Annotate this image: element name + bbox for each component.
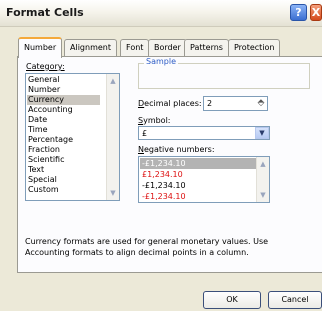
close-button[interactable]: X	[310, 4, 322, 21]
category-item-selected[interactable]: Currency	[27, 95, 100, 105]
tab-border[interactable]: Border	[148, 39, 187, 56]
tab-number[interactable]: Number	[18, 37, 63, 58]
tab-protection[interactable]: Protection	[228, 39, 281, 56]
category-item[interactable]: Number	[28, 85, 60, 95]
tab-alignment[interactable]: Alignment	[64, 39, 117, 56]
tab-patterns[interactable]: Patterns	[184, 39, 229, 56]
symbol-dropdown-arrow-icon[interactable]: ▼	[255, 127, 269, 139]
negative-number-option-selected[interactable]: -£1,234.10	[140, 158, 256, 169]
symbol-select[interactable]: £	[138, 126, 270, 140]
category-item[interactable]: Scientific	[28, 155, 65, 165]
help-button[interactable]: ?	[290, 4, 307, 21]
ok-button[interactable]: OK	[203, 291, 261, 309]
negative-numbers-scrollbar[interactable]: ▲ ▼	[256, 157, 269, 202]
tab-strip: Number Alignment Font Border Patterns Pr…	[18, 37, 318, 58]
category-item[interactable]: Percentage	[28, 135, 73, 145]
decimal-places-label: Decimal places:	[138, 99, 202, 108]
category-item[interactable]: Custom	[28, 185, 59, 195]
category-scrollbar[interactable]: ▲ ▼	[106, 74, 119, 200]
negative-numbers-label: Negative numbers:	[138, 145, 215, 154]
scroll-up-arrow-icon[interactable]: ▲	[108, 76, 118, 86]
decimal-spinner-icon[interactable]: ⬘	[254, 97, 268, 110]
category-item[interactable]: Accounting	[28, 105, 73, 115]
format-description: Currency formats are used for general mo…	[25, 237, 269, 257]
category-listbox[interactable]: General Number Currency Accounting Date …	[25, 73, 120, 201]
category-label: Category:	[26, 62, 65, 71]
category-item[interactable]: Fraction	[28, 145, 60, 155]
negative-number-option[interactable]: -£1,234.10	[142, 191, 186, 202]
title-bar: Format Cells ? X	[0, 0, 322, 27]
scroll-down-arrow-icon[interactable]: ▼	[258, 190, 268, 200]
sample-box	[138, 63, 310, 89]
category-item[interactable]: Time	[28, 125, 48, 135]
category-item[interactable]: Date	[28, 115, 47, 125]
tab-font[interactable]: Font	[120, 39, 150, 56]
dialog-title: Format Cells	[6, 6, 84, 19]
negative-number-option[interactable]: £1,234.10	[142, 169, 183, 180]
format-cells-dialog: Format Cells ? X Number Alignment Font B…	[0, 0, 322, 311]
negative-number-option[interactable]: -£1,234.10	[142, 180, 186, 191]
cancel-button[interactable]: Cancel	[268, 291, 322, 309]
scroll-down-arrow-icon[interactable]: ▼	[108, 188, 118, 198]
category-item[interactable]: General	[28, 75, 60, 85]
category-item[interactable]: Special	[28, 175, 57, 185]
symbol-label: Symbol:	[138, 116, 171, 125]
category-item[interactable]: Text	[28, 165, 44, 175]
scroll-up-arrow-icon[interactable]: ▲	[258, 159, 268, 169]
sample-label: Sample	[144, 57, 178, 66]
negative-numbers-listbox[interactable]: -£1,234.10 £1,234.10 -£1,234.10 -£1,234.…	[138, 156, 270, 203]
